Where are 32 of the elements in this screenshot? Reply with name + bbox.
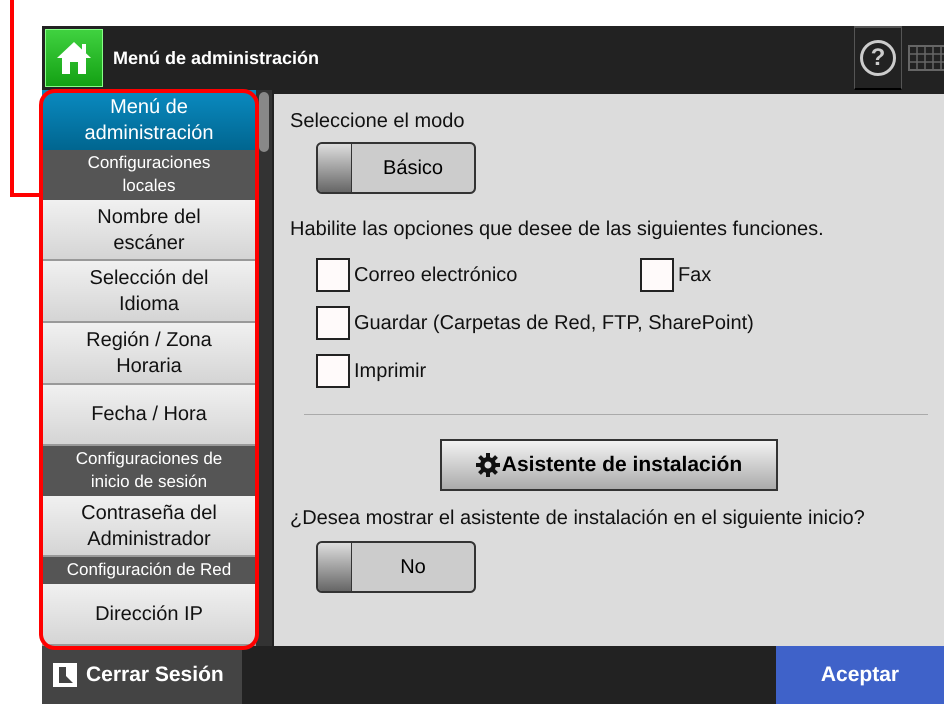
- mode-label: Seleccione el modo: [290, 109, 466, 134]
- sidebar-item[interactable]: Dirección IP: [42, 584, 256, 646]
- checkbox-label: Imprimir: [354, 359, 426, 384]
- instruction-text: Habilite las opciones que desee de las siguientes funciones.: [290, 217, 825, 242]
- sidebar-group-label: Configuraciones de inicio de sesión: [42, 446, 256, 496]
- page-title: Menú de administración: [113, 46, 320, 70]
- checkbox-label: Correo electrónico: [354, 263, 518, 288]
- help-button[interactable]: ?: [854, 26, 902, 90]
- toggle-switch[interactable]: No: [316, 541, 476, 593]
- logout-button[interactable]: Cerrar Sesión: [42, 646, 242, 704]
- toggle-switch[interactable]: Básico: [316, 142, 476, 194]
- accept-button[interactable]: Aceptar: [776, 646, 944, 704]
- sidebar-item[interactable]: Nombre del escáner: [42, 200, 256, 262]
- keyboard-icon[interactable]: [908, 45, 944, 71]
- sidebar-group-label: Configuración de Red: [42, 557, 256, 584]
- checkbox[interactable]: [316, 354, 350, 388]
- sidebar-item[interactable]: Fecha / Hora: [42, 384, 256, 446]
- checkbox[interactable]: [316, 258, 350, 292]
- scrollbar-thumb[interactable]: [259, 92, 269, 152]
- checkbox[interactable]: [316, 306, 350, 340]
- home-button[interactable]: [45, 29, 103, 87]
- question-text: ¿Desea mostrar el asistente de instalación en el siguiente inicio?: [290, 506, 866, 531]
- checkbox-label: Guardar (Carpetas de Red, FTP, SharePoint): [354, 311, 754, 336]
- sidebar-item[interactable]: Región / Zona Horaria: [42, 322, 256, 385]
- checkbox-label: Fax: [678, 263, 712, 288]
- checkbox[interactable]: [640, 258, 674, 292]
- sidebar-item[interactable]: Selección del Idioma: [42, 261, 256, 323]
- sidebar-heading[interactable]: Menú de administración: [42, 90, 256, 150]
- sidebar-item[interactable]: Contraseña del Administrador: [42, 496, 256, 558]
- setup-wizard-button[interactable]: Asistente de instalación: [440, 439, 778, 491]
- logout-icon: [52, 662, 78, 688]
- sidebar-group-label: Configuraciones locales: [42, 150, 256, 200]
